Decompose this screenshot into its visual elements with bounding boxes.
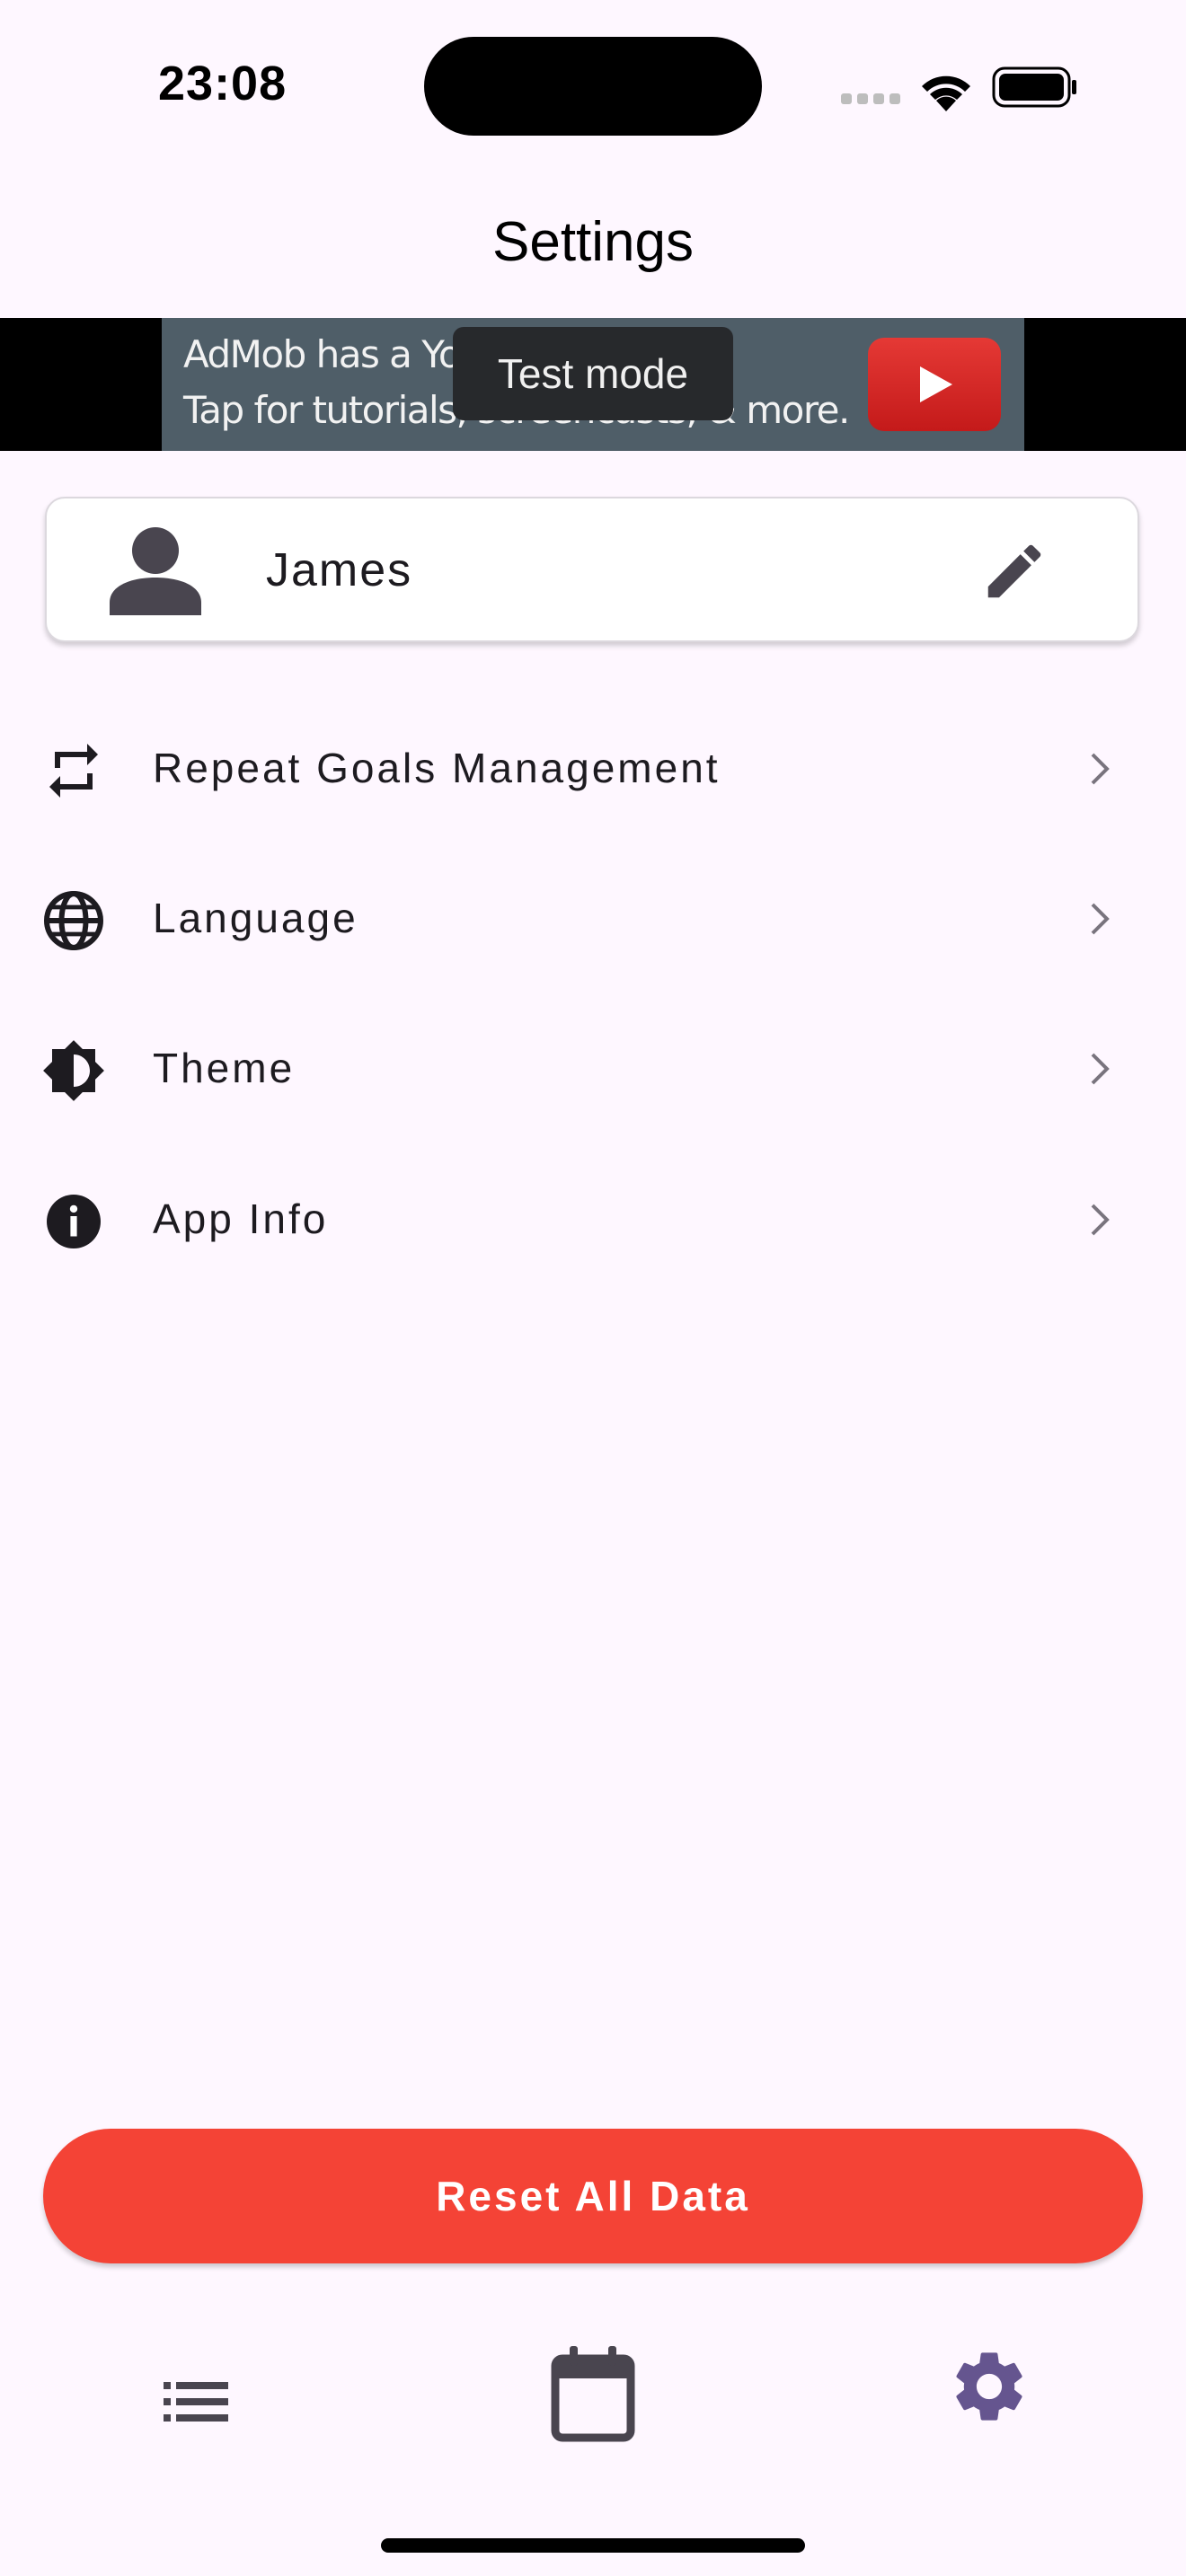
settings-item-language[interactable]: Language [0, 849, 1186, 984]
settings-item-label: Language [153, 895, 358, 941]
youtube-play-icon[interactable] [868, 338, 1001, 431]
repeat-icon [49, 744, 98, 798]
battery-icon [992, 66, 1076, 108]
reset-all-data-button[interactable]: Reset All Data [43, 2129, 1143, 2263]
bottom-navigation-bar [0, 2305, 1186, 2576]
gear-icon[interactable] [947, 2344, 1031, 2429]
test-mode-badge: Test mode [453, 327, 733, 420]
settings-item-label: App Info [153, 1195, 329, 1242]
settings-item-label: Theme [153, 1045, 296, 1091]
wifi-icon [922, 75, 970, 111]
info-icon [47, 1195, 101, 1248]
profile-card[interactable]: James [45, 497, 1139, 642]
list-icon[interactable] [158, 2364, 234, 2439]
settings-item-theme[interactable]: Theme [0, 999, 1186, 1134]
chevron-right-icon [1091, 753, 1110, 785]
chevron-right-icon [1091, 903, 1110, 935]
dynamic-island [424, 37, 762, 136]
settings-item-repeat-goals[interactable]: Repeat Goals Management [0, 699, 1186, 834]
settings-item-label: Repeat Goals Management [153, 745, 721, 791]
edit-icon[interactable] [979, 536, 1049, 606]
status-time: 23:08 [158, 57, 288, 110]
settings-item-app-info[interactable]: App Info [0, 1150, 1186, 1284]
home-indicator [381, 2538, 805, 2553]
play-triangle-icon [920, 366, 952, 402]
calendar-icon[interactable] [548, 2344, 638, 2443]
page-title: Settings [491, 211, 695, 273]
globe-icon [44, 891, 103, 950]
profile-name: James [266, 544, 413, 596]
cellular-signal-icon [841, 93, 900, 104]
chevron-right-icon [1091, 1053, 1110, 1085]
brightness-icon [43, 1040, 104, 1101]
chevron-right-icon [1091, 1204, 1110, 1236]
person-icon [110, 527, 201, 615]
